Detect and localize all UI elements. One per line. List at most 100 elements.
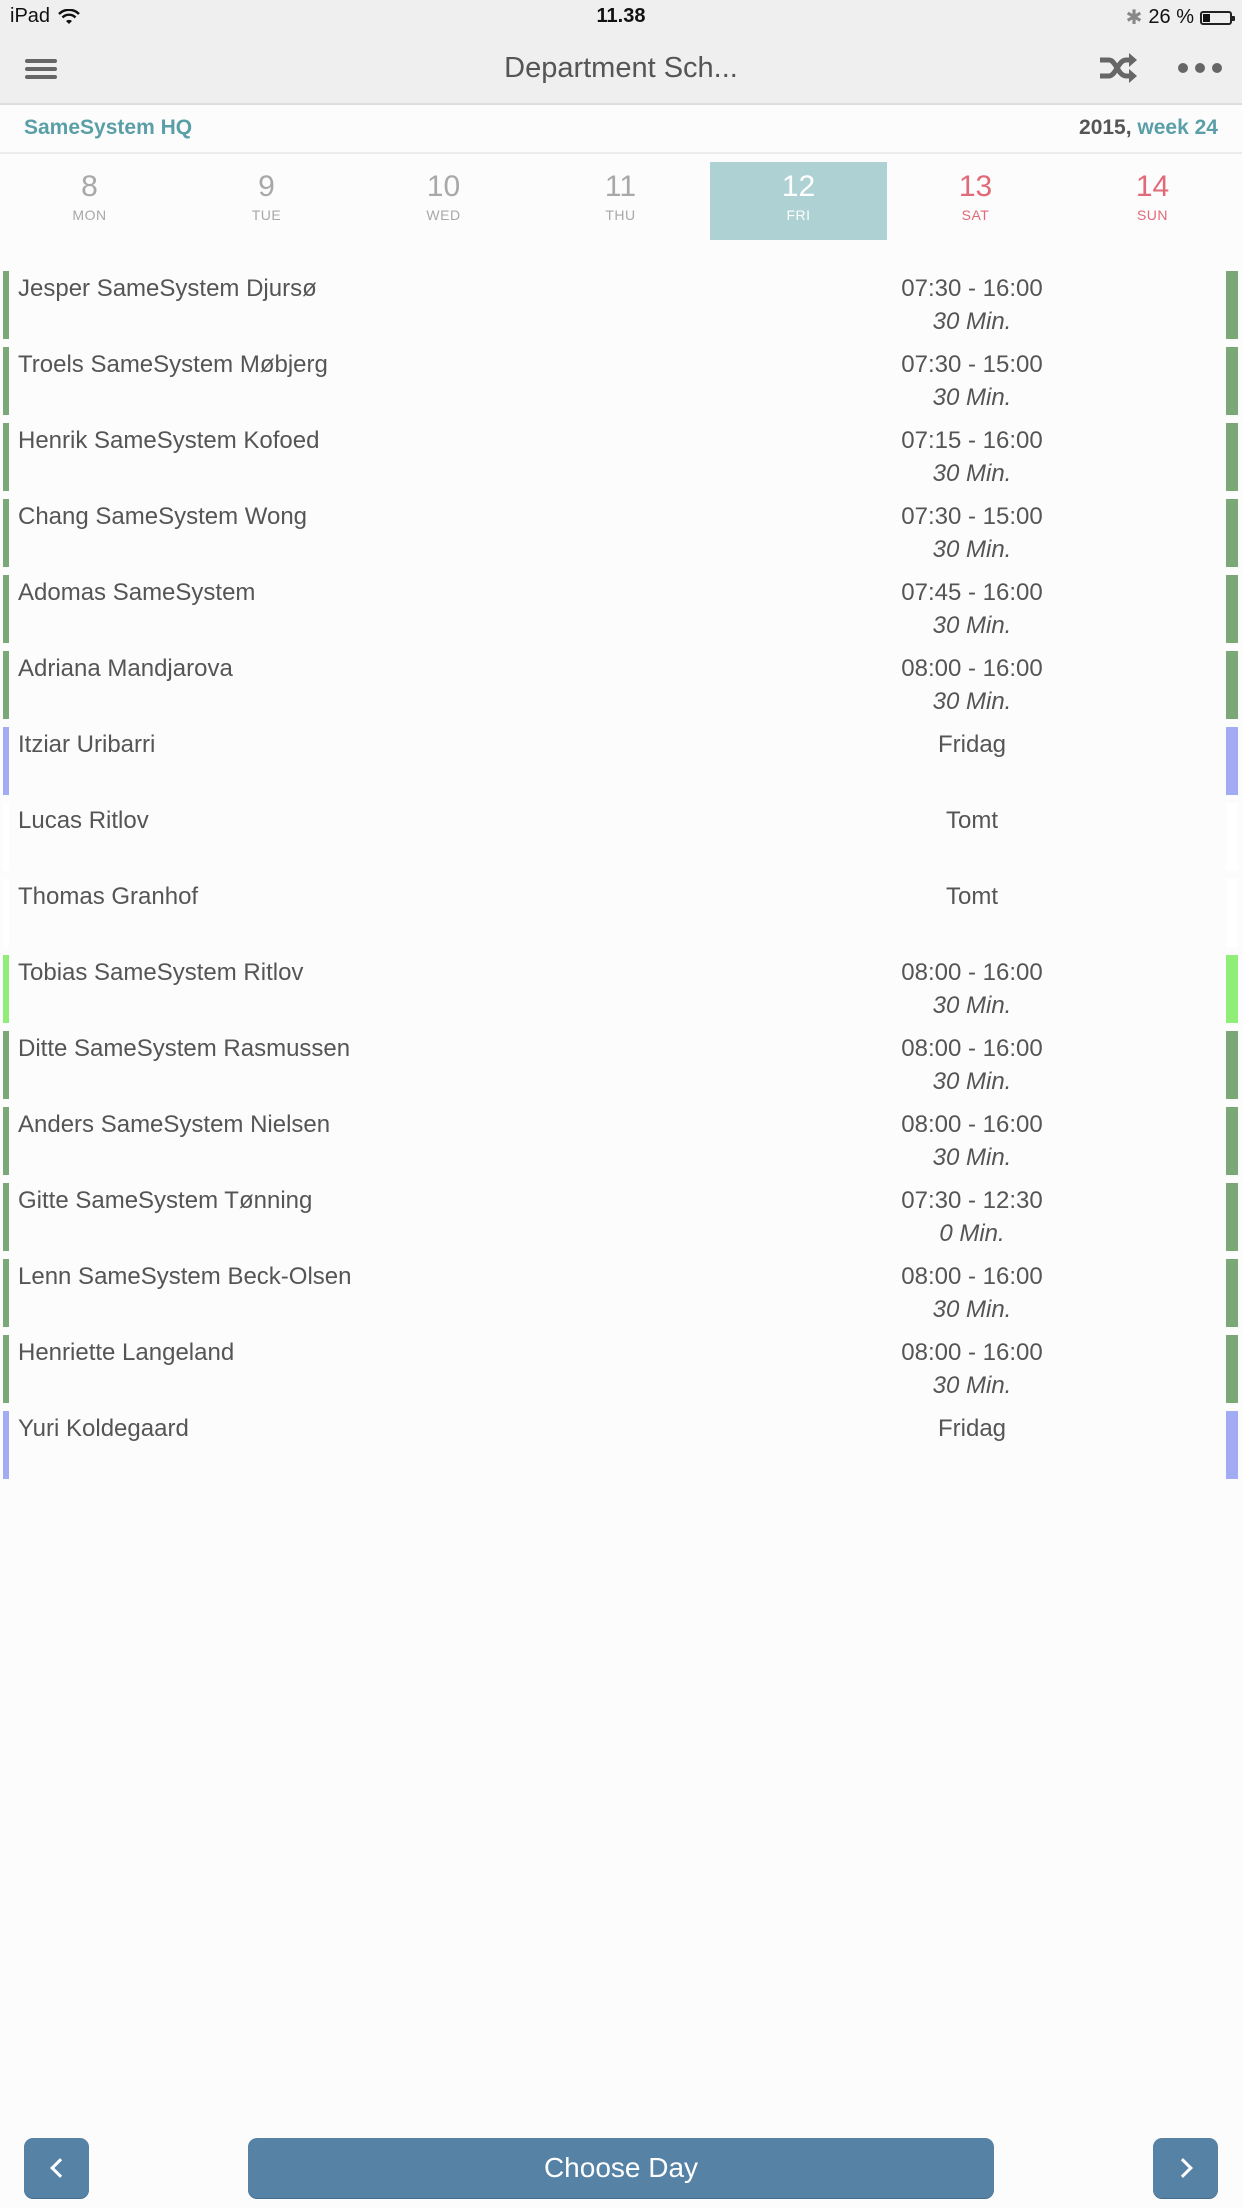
day-tab-wed[interactable]: 10 WED [355, 162, 532, 240]
status-bar-right [1226, 271, 1238, 339]
employee-name: Anders SameSystem Nielsen [18, 1111, 331, 1138]
status-bar-left [3, 1107, 9, 1175]
employee-name: Yuri Koldegaard [18, 1415, 189, 1442]
break-duration: 30 Min. [932, 384, 1012, 411]
battery-icon [1200, 10, 1235, 25]
schedule-row[interactable]: Lucas Ritlov Tomt [0, 803, 1242, 879]
day-strip: 8 MON 9 TUE 10 WED 11 THU 12 FRI 13 SAT 14 SUN [0, 162, 1242, 240]
day-tab-sat[interactable]: 13 SAT [887, 162, 1064, 240]
schedule-row[interactable]: Itziar Uribarri Fridag [0, 727, 1242, 803]
schedule-row[interactable]: Chang SameSystem Wong 07:30 - 15:00 30 Min… [0, 499, 1242, 575]
status-bar-right [1226, 727, 1238, 795]
chevron-left-icon [49, 2158, 70, 2178]
day-number: 9 [258, 170, 275, 203]
battery-fill [1203, 13, 1210, 22]
shift-time: 08:00 - 16:00 [901, 655, 1043, 682]
week-label: 2015, week 24 [1079, 116, 1218, 140]
sub-header: SameSystem HQ 2015, week 24 [0, 105, 1242, 154]
bluetooth-icon: ✱ [1125, 7, 1143, 29]
shift-time: 07:30 - 15:00 [901, 351, 1043, 378]
status-right: ✱ 26 % [1125, 5, 1235, 30]
status-bar-left [3, 575, 9, 643]
shift-time: Fridag [937, 1415, 1007, 1442]
department-name[interactable]: SameSystem HQ [24, 116, 192, 140]
status-bar-right [1226, 1183, 1238, 1251]
status-bar-left [3, 879, 9, 947]
status-time: 11.38 [596, 5, 646, 27]
shift-time: Fridag [937, 731, 1007, 758]
status-bar-left [3, 423, 9, 491]
employee-name: Ditte SameSystem Rasmussen [18, 1035, 351, 1062]
schedule-row[interactable]: Yuri Koldegaard Fridag [0, 1411, 1242, 1487]
year-label: 2015, [1079, 116, 1132, 139]
schedule-row[interactable]: Ditte SameSystem Rasmussen 08:00 - 16:00 3… [0, 1031, 1242, 1107]
day-number: 12 [781, 170, 816, 203]
employee-name: Tobias SameSystem Ritlov [18, 959, 304, 986]
schedule-row[interactable]: Adomas SameSystem 07:45 - 16:00 30 Min. [0, 575, 1242, 651]
status-bar-left [3, 347, 9, 415]
shuffle-icon[interactable] [1096, 48, 1140, 88]
status-bar-left [3, 1335, 9, 1403]
schedule-row[interactable]: Gitte SameSystem Tønning 07:30 - 12:30 0 M… [0, 1183, 1242, 1259]
break-duration: 30 Min. [932, 1372, 1012, 1399]
status-bar-left [3, 1031, 9, 1099]
day-name: MON [72, 207, 107, 223]
status-bar-right [1226, 347, 1238, 415]
status-bar: iPad 11.38 ✱ 26 % [0, 0, 1242, 42]
day-tab-sun[interactable]: 14 SUN [1064, 162, 1241, 240]
previous-day-button[interactable] [24, 2138, 89, 2198]
day-tab-fri[interactable]: 12 FRI [710, 162, 887, 240]
shift-time: 07:30 - 15:00 [901, 503, 1043, 530]
shift-time: Tomt [945, 807, 998, 834]
day-tab-tue[interactable]: 9 TUE [178, 162, 355, 240]
next-day-button[interactable] [1153, 2138, 1218, 2198]
schedule-row[interactable]: Thomas Granhof Tomt [0, 879, 1242, 955]
day-number: 14 [1135, 170, 1170, 203]
employee-name: Gitte SameSystem Tønning [18, 1187, 313, 1214]
day-number: 10 [426, 170, 461, 203]
shift-time: 07:45 - 16:00 [901, 579, 1043, 606]
break-duration: 30 Min. [932, 612, 1012, 639]
schedule-row[interactable]: Adriana Mandjarova 08:00 - 16:00 30 Min. [0, 651, 1242, 727]
week-number[interactable]: week 24 [1137, 116, 1218, 139]
schedule-row[interactable]: Henrik SameSystem Kofoed 07:15 - 16:00 30 … [0, 423, 1242, 499]
day-tab-mon[interactable]: 8 MON [1, 162, 178, 240]
status-bar-right [1226, 423, 1238, 491]
break-duration: 30 Min. [932, 1144, 1012, 1171]
choose-day-button[interactable]: Choose Day [248, 2138, 994, 2198]
employee-name: Adriana Mandjarova [18, 655, 233, 682]
break-duration: 30 Min. [932, 460, 1012, 487]
status-bar-right [1226, 1031, 1238, 1099]
schedule-row[interactable]: Tobias SameSystem Ritlov 08:00 - 16:00 30 … [0, 955, 1242, 1031]
day-number: 11 [604, 170, 637, 203]
status-bar-left [3, 651, 9, 719]
schedule-row[interactable]: Troels SameSystem Møbjerg 07:30 - 15:00 30… [0, 347, 1242, 423]
status-bar-right [1226, 1335, 1238, 1403]
shift-time: 07:30 - 16:00 [901, 275, 1043, 302]
break-duration: 30 Min. [932, 1296, 1012, 1323]
schedule-list: Jesper SameSystem Djursø 07:30 - 16:00 30 … [0, 271, 1242, 1487]
shift-time: 07:30 - 12:30 [901, 1187, 1043, 1214]
schedule-row[interactable]: Anders SameSystem Nielsen 08:00 - 16:00 30… [0, 1107, 1242, 1183]
break-duration: 0 Min. [939, 1220, 1005, 1247]
employee-name: Lenn SameSystem Beck-Olsen [18, 1263, 352, 1290]
status-bar-left [3, 1411, 9, 1479]
chevron-right-icon [1172, 2158, 1193, 2178]
status-bar-left [3, 1183, 9, 1251]
employee-name: Chang SameSystem Wong [18, 503, 308, 530]
break-duration: 30 Min. [932, 536, 1012, 563]
schedule-row[interactable]: Jesper SameSystem Djursø 07:30 - 16:00 30 … [0, 271, 1242, 347]
day-name: FRI [786, 207, 811, 223]
shift-time: 08:00 - 16:00 [901, 1111, 1043, 1138]
day-name: SUN [1136, 207, 1169, 223]
day-name: SAT [961, 207, 990, 223]
status-bar-left [3, 499, 9, 567]
shift-time: 08:00 - 16:00 [901, 959, 1043, 986]
schedule-row[interactable]: Lenn SameSystem Beck-Olsen 08:00 - 16:00 3… [0, 1259, 1242, 1335]
shift-time: 08:00 - 16:00 [901, 1339, 1043, 1366]
day-tab-thu[interactable]: 11 THU [532, 162, 709, 240]
employee-name: Adomas SameSystem [18, 579, 256, 606]
more-dots-icon[interactable] [1178, 60, 1224, 76]
schedule-row[interactable]: Henriette Langeland 08:00 - 16:00 30 Min. [0, 1335, 1242, 1411]
shift-time: 08:00 - 16:00 [901, 1263, 1043, 1290]
